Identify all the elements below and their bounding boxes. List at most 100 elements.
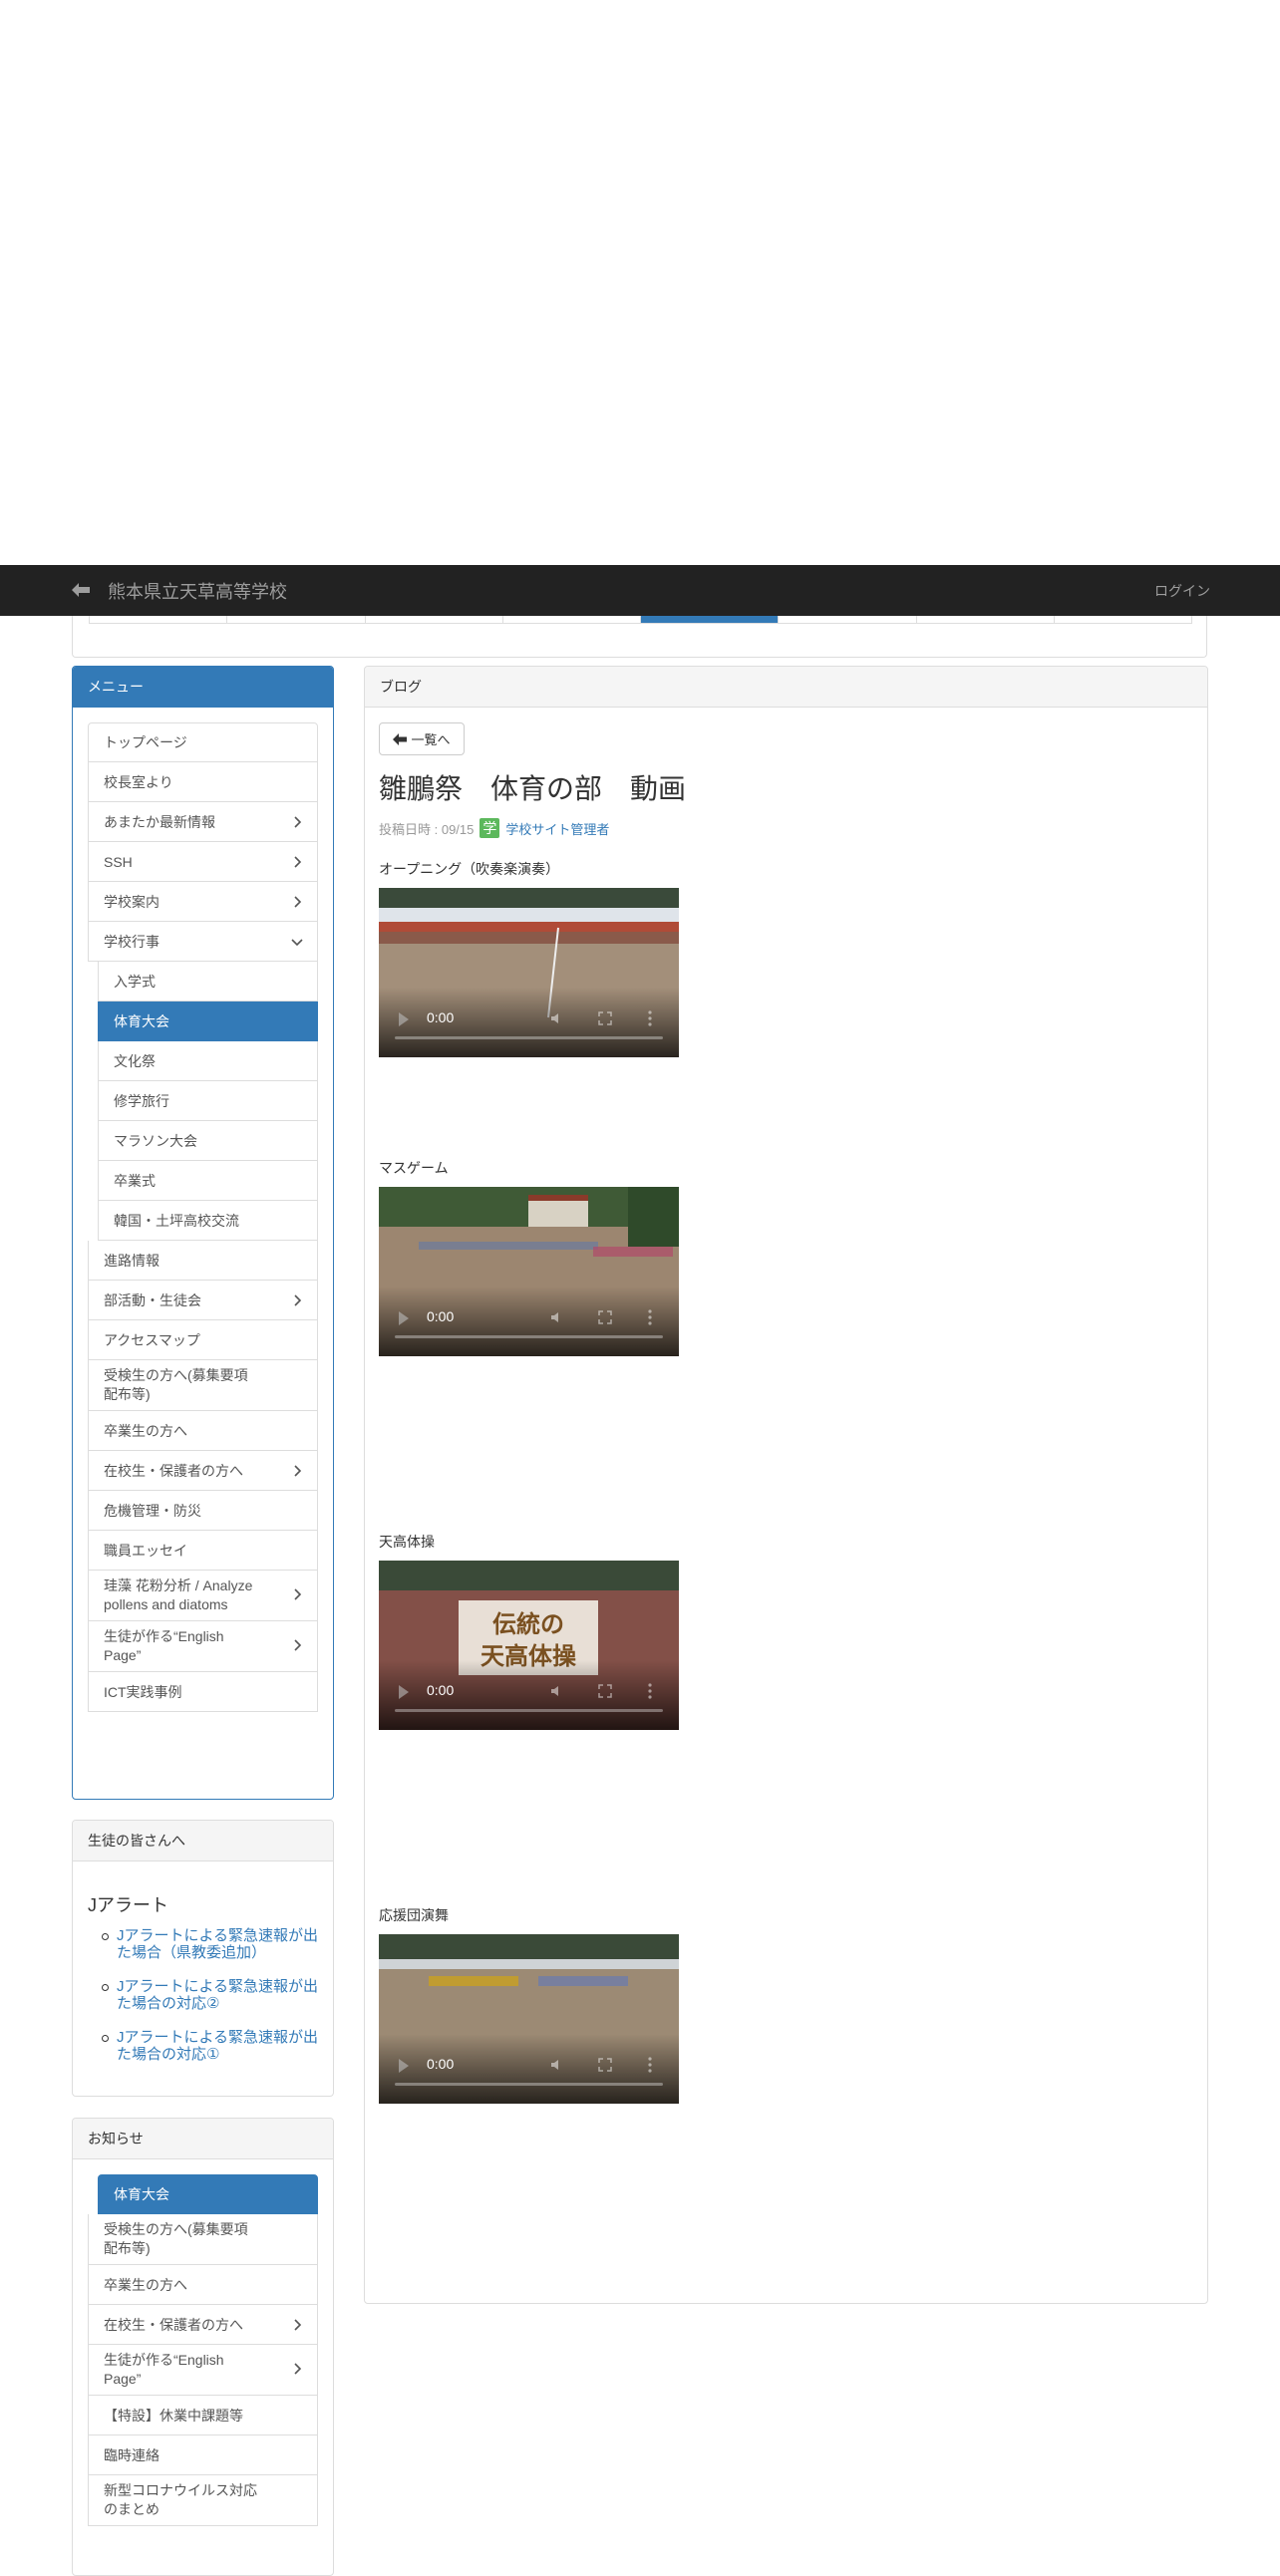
menu-item[interactable]: 部活動・生徒会	[88, 1281, 318, 1320]
menu-item[interactable]: マラソン大会	[98, 1121, 318, 1161]
menu-item[interactable]: トップページ	[88, 722, 318, 762]
menu-item[interactable]: ICT実践事例	[88, 1672, 318, 1712]
video-player-mass-game[interactable]: 0:00	[379, 1187, 679, 1356]
play-icon[interactable]	[399, 2059, 409, 2073]
menu-tab[interactable]	[90, 616, 228, 623]
volume-icon[interactable]	[550, 1310, 564, 1324]
video-player-taiso[interactable]: 伝統の 天高体操 0:00	[379, 1561, 679, 1730]
menu-tab[interactable]	[917, 616, 1055, 623]
more-options-icon[interactable]	[648, 1308, 652, 1326]
play-icon[interactable]	[399, 1685, 409, 1699]
chevron-right-icon[interactable]	[291, 815, 303, 828]
jalert-link[interactable]: Jアラートによる緊急速報が出た場合の対応①	[102, 2029, 329, 2063]
chevron-right-icon[interactable]	[291, 1639, 303, 1651]
video-progress-bar[interactable]	[395, 1335, 663, 1338]
menu-item[interactable]: 卒業生の方へ	[88, 1411, 318, 1451]
volume-icon[interactable]	[550, 2058, 564, 2072]
menu-tab[interactable]	[366, 616, 503, 623]
more-options-icon[interactable]	[648, 2056, 652, 2074]
volume-icon[interactable]	[550, 1684, 564, 1698]
chevron-right-icon[interactable]	[291, 2363, 303, 2375]
menu-item[interactable]: 学校行事	[88, 922, 318, 962]
menu-tab[interactable]	[227, 616, 366, 623]
menu-item[interactable]: 在校生・保護者の方へ	[88, 1451, 318, 1491]
menu-item[interactable]: 文化祭	[98, 1041, 318, 1081]
fullscreen-icon[interactable]	[598, 1684, 612, 1698]
menu-item[interactable]: 【特設】休業中課題等	[88, 2396, 318, 2435]
chevron-right-icon[interactable]	[291, 855, 303, 868]
menu-item[interactable]: 受検生の方へ(募集要項配布等)	[88, 2214, 318, 2265]
menu-item-label: 学校案内	[104, 893, 160, 910]
menu-item-label: 修学旅行	[114, 1092, 169, 1109]
menu-item[interactable]: 生徒が作る“English Page”	[88, 2345, 318, 2396]
video-progress-bar[interactable]	[395, 1709, 663, 1712]
menu-item[interactable]: 卒業式	[98, 1161, 318, 1201]
menu-tab[interactable]	[503, 616, 641, 623]
menu-item[interactable]: 卒業生の方へ	[88, 2265, 318, 2305]
menu-item-label: 校長室より	[104, 773, 173, 790]
jalert-link[interactable]: Jアラートによる緊急速報が出た場合（県教委追加）	[102, 1927, 329, 1961]
chevron-right-icon[interactable]	[291, 1588, 303, 1600]
menu-item[interactable]: 入学式	[98, 962, 318, 1002]
back-to-list-label: 一覧へ	[411, 732, 451, 747]
chevron-right-icon[interactable]	[291, 895, 303, 908]
more-options-icon[interactable]	[648, 1009, 652, 1027]
more-options-icon[interactable]	[648, 1682, 652, 1700]
menu-item-label: 珪藻 花粉分析 / Analyze pollens and diatoms	[104, 1577, 253, 1612]
menu-item-label: 職員エッセイ	[104, 1542, 187, 1559]
menu-item[interactable]: 校長室より	[88, 762, 318, 802]
site-title[interactable]: 熊本県立天草高等学校	[108, 578, 287, 604]
chevron-right-icon[interactable]	[291, 2318, 303, 2331]
back-arrow-icon[interactable]	[70, 582, 92, 598]
menu-item[interactable]: 進路情報	[88, 1241, 318, 1281]
fullscreen-icon[interactable]	[598, 1011, 612, 1025]
menu-item[interactable]: 韓国・土坪高校交流	[98, 1201, 318, 1241]
volume-icon[interactable]	[550, 1011, 564, 1025]
notice-panel: お知らせ 体育大会 受検生の方へ(募集要項配布等) 卒業生の方へ 在校生・保護者の方へ…	[72, 2118, 334, 2576]
main-menu-tabs	[89, 616, 1192, 624]
menu-item[interactable]: 臨時連絡	[88, 2435, 318, 2475]
play-icon[interactable]	[399, 1311, 409, 1325]
menu-item[interactable]: 生徒が作る“English Page”	[88, 1621, 318, 1672]
menu-item-label: 体育大会	[114, 1012, 169, 1029]
menu-tab[interactable]	[1055, 616, 1191, 623]
overlay-text-line1: 伝統の	[492, 1610, 564, 1638]
menu-item[interactable]: 職員エッセイ	[88, 1531, 318, 1571]
menu-item[interactable]: 危機管理・防災	[88, 1491, 318, 1531]
menu-item[interactable]: SSH	[88, 842, 318, 882]
menu-item[interactable]: 学校案内	[88, 882, 318, 922]
chevron-right-icon[interactable]	[291, 1464, 303, 1477]
chevron-down-icon[interactable]	[291, 936, 303, 948]
menu-item-label: 受検生の方へ(募集要項配布等)	[104, 2221, 248, 2256]
menu-item[interactable]: 体育大会	[98, 2174, 318, 2214]
author-link[interactable]: 学校サイト管理者	[505, 819, 609, 838]
menu-item[interactable]: 修学旅行	[98, 1081, 318, 1121]
chevron-right-icon[interactable]	[291, 1293, 303, 1306]
login-link[interactable]: ログイン	[1154, 581, 1210, 601]
menu-tab-active[interactable]	[641, 616, 780, 623]
menu-item-label: 卒業生の方へ	[104, 2276, 187, 2293]
menu-item[interactable]: 受検生の方へ(募集要項配布等)	[88, 1360, 318, 1411]
play-icon[interactable]	[399, 1012, 409, 1026]
menu-tab[interactable]	[779, 616, 917, 623]
video-progress-bar[interactable]	[395, 1036, 663, 1039]
back-to-list-button[interactable]: 一覧へ	[379, 722, 465, 755]
jalert-link[interactable]: Jアラートによる緊急速報が出た場合の対応②	[102, 1978, 329, 2012]
video-progress-bar[interactable]	[395, 2083, 663, 2086]
menu-item[interactable]: 在校生・保護者の方へ	[88, 2305, 318, 2345]
video-player-ouendan[interactable]: 0:00	[379, 1934, 679, 2104]
menu-item[interactable]: アクセスマップ	[88, 1320, 318, 1360]
fullscreen-icon[interactable]	[598, 2058, 612, 2072]
menu-item[interactable]: 新型コロナウイルス対応のまとめ	[88, 2475, 318, 2526]
fullscreen-icon[interactable]	[598, 1310, 612, 1324]
menu-item-label: 新型コロナウイルス対応のまとめ	[104, 2482, 257, 2517]
menu-item[interactable]: あまたか最新情報	[88, 802, 318, 842]
menu-item[interactable]: 珪藻 花粉分析 / Analyze pollens and diatoms	[88, 1571, 318, 1621]
menu-item[interactable]: 体育大会	[98, 1002, 318, 1041]
video-label: マスゲーム	[379, 1160, 449, 1176]
menu-item-label: 在校生・保護者の方へ	[104, 2316, 243, 2333]
top-navbar: 熊本県立天草高等学校 ログイン	[0, 565, 1280, 616]
video-player-opening[interactable]: 0:00	[379, 888, 679, 1057]
main-menu-strip	[72, 616, 1207, 658]
notice-list: 体育大会受検生の方へ(募集要項配布等) 卒業生の方へ在校生・保護者の方へ生徒が作る…	[88, 2174, 318, 2526]
